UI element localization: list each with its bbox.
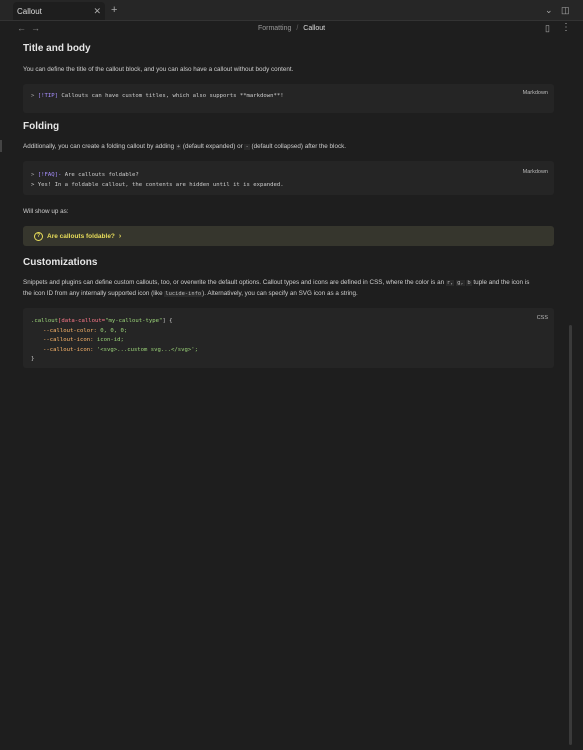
code-language-label: Markdown xyxy=(522,169,548,175)
inline-code-lucide: lucide-info xyxy=(164,291,203,297)
back-arrow-icon[interactable]: ← xyxy=(17,22,26,34)
heading-folding: Folding xyxy=(23,121,60,132)
breadcrumb-separator: / xyxy=(296,25,299,32)
code-line-5: } xyxy=(31,356,35,362)
css-brace: ] { xyxy=(162,318,173,324)
close-icon[interactable]: ✕ xyxy=(93,5,101,17)
navigation-bar: ← → Formatting / Callout ▯ ⋮ xyxy=(0,20,583,37)
text: (default collapsed) after the block. xyxy=(251,143,346,150)
text: (default expanded) or xyxy=(182,143,243,150)
css-prop: --callout-icon: xyxy=(43,346,94,353)
tab-bar: Callout ✕ + ⌄ ◫ xyxy=(0,0,583,21)
css-selector: .callout xyxy=(31,318,58,324)
code-gt: > xyxy=(31,172,35,178)
code-block-css[interactable]: CSS .callout[data-callout="my-callout-ty… xyxy=(23,308,554,368)
code-language-label: CSS xyxy=(536,315,548,321)
code-line-4: --callout-icon: '<svg>...custom svg...</… xyxy=(31,346,554,356)
heading-title-and-body: Title and body xyxy=(23,43,91,54)
code-gt: > xyxy=(31,93,35,99)
paragraph-title-and-body: You can define the title of the callout … xyxy=(23,66,294,73)
chevron-down-icon[interactable]: ⌄ xyxy=(545,3,553,17)
breadcrumb-parent[interactable]: Formatting xyxy=(258,25,291,32)
scrollbar[interactable] xyxy=(569,325,572,745)
tab-callout[interactable]: Callout ✕ xyxy=(13,2,105,20)
code-line-3: --callout-icon: icon-id; xyxy=(31,336,554,346)
inline-code-g: g, xyxy=(456,280,465,286)
inline-code-plus: + xyxy=(175,144,182,150)
text: ). Alternatively, you can specify an SVG… xyxy=(202,290,358,297)
css-attr-value: "my-callout-type" xyxy=(105,318,163,324)
inline-code-r: r, xyxy=(445,280,455,286)
code-callout-tag: [!FAQ]- xyxy=(37,172,62,178)
inline-code-b: b xyxy=(466,280,472,286)
css-prop: --callout-color: xyxy=(43,327,97,334)
code-line-2: > Yes! In a foldable callout, the conten… xyxy=(31,182,284,188)
inline-code-minus: - xyxy=(244,144,250,150)
reading-view-icon[interactable]: ▯ xyxy=(545,22,550,34)
question-icon: ? xyxy=(34,231,43,241)
paragraph-customizations-2: the icon ID from any internally supporte… xyxy=(23,288,554,300)
left-sidebar-handle[interactable] xyxy=(0,140,2,152)
code-block-faq[interactable]: Markdown > [!FAQ]- Are callouts foldable… xyxy=(23,161,554,195)
sidebar-toggle-icon[interactable]: ◫ xyxy=(561,3,570,17)
css-attr: [data-callout= xyxy=(57,318,106,324)
callout-title: Are callouts foldable? xyxy=(47,232,115,240)
more-options-icon[interactable]: ⋮ xyxy=(561,22,571,34)
code-block-tip[interactable]: Markdown > [!TIP] Callouts can have cust… xyxy=(23,84,554,113)
code-line-1: > [!FAQ]- Are callouts foldable? xyxy=(31,170,554,180)
code-line-2: --callout-color: 0, 0, 0; xyxy=(31,327,554,337)
paragraph-show-up: Will show up as: xyxy=(23,208,69,215)
breadcrumb-current[interactable]: Callout xyxy=(303,25,325,32)
code-text: Are callouts foldable? xyxy=(61,172,139,178)
text: Snippets and plugins can define custom c… xyxy=(23,279,445,286)
text: Additionally, you can create a folding c… xyxy=(23,143,175,150)
css-prop: --callout-icon: xyxy=(43,337,94,343)
code-callout-tag: [!TIP] xyxy=(37,93,58,99)
forward-arrow-icon[interactable]: → xyxy=(31,22,40,34)
paragraph-folding: Additionally, you can create a folding c… xyxy=(23,141,554,153)
heading-customizations: Customizations xyxy=(23,257,98,268)
text: tuple and the icon is xyxy=(473,279,530,286)
css-value: 0, 0, 0; xyxy=(96,327,128,334)
callout-faq[interactable]: ? Are callouts foldable? › xyxy=(23,226,554,246)
css-value: icon-id; xyxy=(93,337,124,343)
tab-title: Callout xyxy=(17,6,42,16)
add-tab-icon[interactable]: + xyxy=(111,3,117,17)
text: the icon ID from any internally supporte… xyxy=(23,290,163,297)
code-line-1: .callout[data-callout="my-callout-type"]… xyxy=(31,317,554,327)
breadcrumb: Formatting / Callout xyxy=(258,25,325,32)
code-text: Callouts can have custom titles, which a… xyxy=(57,93,284,99)
css-value: '<svg>...custom svg...</svg>'; xyxy=(93,346,198,353)
code-language-label: Markdown xyxy=(522,90,548,96)
chevron-right-icon[interactable]: › xyxy=(119,233,121,240)
